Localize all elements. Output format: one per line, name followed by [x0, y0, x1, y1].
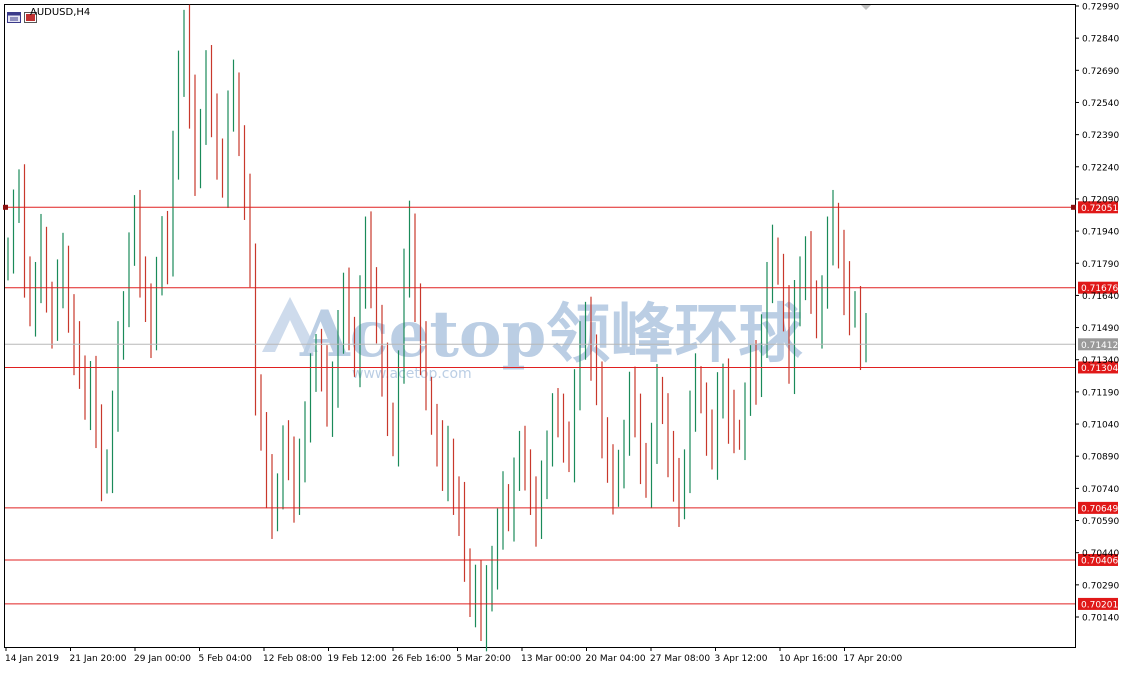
watermark-brand: Acetop领峰环球 — [299, 297, 803, 372]
y-tick-label: 0.72540 — [1082, 99, 1119, 109]
x-tick-label: 19 Feb 12:00 — [328, 654, 387, 664]
level-label: 0.70649 — [1081, 504, 1118, 514]
level-anchor-handle[interactable] — [1071, 204, 1076, 210]
x-tick-label: 26 Feb 16:00 — [392, 654, 451, 664]
y-tick-label: 0.71940 — [1082, 228, 1119, 238]
y-tick-label: 0.70590 — [1082, 517, 1119, 527]
x-tick-label: 5 Feb 04:00 — [199, 654, 253, 664]
x-tick-label: 13 Mar 00:00 — [521, 654, 581, 664]
y-tick-label: 0.71490 — [1082, 324, 1119, 334]
y-tick-label: 0.72240 — [1082, 163, 1119, 173]
y-tick-label: 0.71790 — [1082, 260, 1119, 270]
y-tick-label: 0.71340 — [1082, 356, 1119, 366]
candlestick-chart: Acetop领峰环球 www.acetop.com 0.714120.72051… — [0, 0, 1131, 671]
y-tick-label: 0.71190 — [1082, 388, 1119, 398]
y-tick-label: 0.71040 — [1082, 421, 1119, 431]
y-tick-label: 0.71640 — [1082, 292, 1119, 302]
y-tick-label: 0.72840 — [1082, 35, 1119, 45]
x-tick-label: 10 Apr 16:00 — [779, 654, 838, 664]
y-tick-label: 0.70740 — [1082, 485, 1119, 495]
level-anchor-handle[interactable] — [3, 204, 8, 210]
y-tick-label: 0.72690 — [1082, 67, 1119, 77]
x-tick-label: 5 Mar 20:00 — [457, 654, 512, 664]
x-tick-label: 27 Mar 08:00 — [650, 654, 710, 664]
x-tick-label: 21 Jan 20:00 — [70, 654, 127, 664]
x-tick-label: 12 Feb 08:00 — [263, 654, 322, 664]
x-tick-label: 17 Apr 20:00 — [844, 654, 903, 664]
x-tick-label: 14 Jan 2019 — [5, 654, 59, 664]
symbol-title: AUDUSD,H4 — [30, 7, 91, 18]
y-tick-label: 0.70440 — [1082, 549, 1119, 559]
level-label: 0.70201 — [1081, 600, 1118, 610]
y-tick-label: 0.70290 — [1082, 581, 1119, 591]
chart-window: Acetop领峰环球 www.acetop.com 0.71412 0.72051… — [0, 0, 1131, 671]
y-tick-label: 0.72090 — [1082, 195, 1119, 205]
y-tick-label: 0.72390 — [1082, 131, 1119, 141]
chart-window-icon[interactable] — [7, 8, 21, 23]
x-tick-label: 29 Jan 00:00 — [134, 654, 191, 664]
current-price-label: 0.71412 — [1081, 341, 1118, 351]
y-tick-label: 0.70890 — [1082, 453, 1119, 463]
watermark-url: www.acetop.com — [352, 366, 472, 382]
y-tick-label: 0.72990 — [1082, 3, 1119, 13]
x-tick-label: 3 Apr 12:00 — [715, 654, 768, 664]
y-tick-label: 0.70140 — [1082, 614, 1119, 624]
x-tick-label: 20 Mar 04:00 — [586, 654, 646, 664]
